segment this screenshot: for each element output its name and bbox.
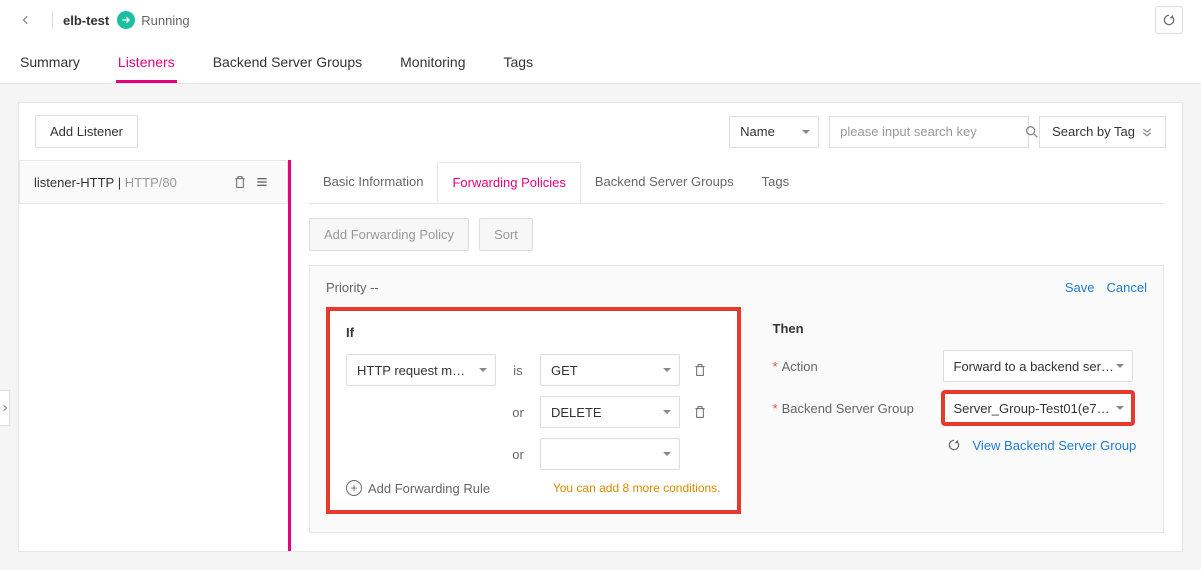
priority-value: --: [370, 280, 379, 295]
sort-button[interactable]: Sort: [479, 218, 533, 251]
search-field-value: Name: [740, 124, 775, 139]
condition-value-select-3[interactable]: [540, 438, 680, 470]
condition-type-value: HTTP request m…: [357, 363, 465, 378]
stab-forwarding-policies[interactable]: Forwarding Policies: [437, 162, 580, 203]
action-select[interactable]: Forward to a backend ser…: [943, 350, 1133, 382]
condition-value-2: DELETE: [551, 405, 602, 420]
action-label: *Action: [773, 359, 933, 374]
main-tabs: Summary Listeners Backend Server Groups …: [0, 40, 1201, 84]
add-forwarding-policy-button[interactable]: Add Forwarding Policy: [309, 218, 469, 251]
listener-menu-icon[interactable]: [251, 171, 273, 193]
required-star-icon: *: [773, 359, 778, 374]
search-input[interactable]: [838, 123, 1018, 140]
search-icon[interactable]: [1024, 121, 1040, 143]
keyword-or-1: or: [506, 405, 530, 420]
stab-tags[interactable]: Tags: [748, 162, 803, 201]
condition-type-select[interactable]: HTTP request m…: [346, 354, 496, 386]
if-label: If: [346, 325, 721, 340]
page-title: elb-test: [63, 13, 109, 28]
tab-tags[interactable]: Tags: [502, 54, 536, 83]
search-field-select[interactable]: Name: [729, 116, 819, 148]
listener-name: listener-HTTP: [34, 175, 114, 190]
page-header: elb-test Running: [0, 0, 1201, 40]
add-listener-button[interactable]: Add Listener: [35, 115, 138, 148]
conditions-remaining-hint: You can add 8 more conditions.: [553, 481, 721, 495]
cancel-link[interactable]: Cancel: [1107, 280, 1147, 295]
double-chevron-down-icon: [1141, 126, 1153, 138]
status-running-icon: [117, 11, 135, 29]
listener-item[interactable]: listener-HTTP | HTTP/80: [19, 160, 288, 204]
tab-monitoring[interactable]: Monitoring: [398, 54, 467, 83]
listeners-panel: Add Listener Name Search by Tag: [18, 102, 1183, 552]
condition-value-select-2[interactable]: DELETE: [540, 396, 680, 428]
then-action-box: Then *Action Forward to a backend ser…: [765, 307, 1148, 514]
add-forwarding-rule-button[interactable]: + Add Forwarding Rule: [346, 480, 490, 496]
status-text: Running: [141, 13, 189, 28]
delete-condition-icon[interactable]: [690, 402, 710, 422]
side-expand-handle[interactable]: [0, 390, 10, 426]
backend-server-group-value: Server_Group-Test01(e7…: [954, 401, 1110, 416]
stab-basic-info[interactable]: Basic Information: [309, 162, 437, 201]
backend-server-group-select[interactable]: Server_Group-Test01(e7…: [943, 392, 1133, 424]
tab-listeners[interactable]: Listeners: [116, 54, 177, 83]
add-rule-label: Add Forwarding Rule: [368, 481, 490, 496]
listener-protocol: HTTP/80: [125, 175, 177, 190]
tab-backend-server-groups[interactable]: Backend Server Groups: [211, 54, 364, 83]
condition-value-select-1[interactable]: GET: [540, 354, 680, 386]
listener-detail: Basic Information Forwarding Policies Ba…: [291, 160, 1182, 551]
then-label: Then: [773, 321, 1148, 336]
condition-value-1: GET: [551, 363, 578, 378]
priority-label: Priority: [326, 280, 366, 295]
divider: [52, 11, 53, 29]
tab-summary[interactable]: Summary: [18, 54, 82, 83]
backend-server-group-label: *Backend Server Group: [773, 401, 933, 416]
forwarding-rule-card: Priority -- Save Cancel If: [309, 265, 1164, 533]
action-value: Forward to a backend ser…: [954, 359, 1114, 374]
panel-toolbar: Add Listener Name Search by Tag: [19, 103, 1182, 160]
if-conditions-box: If HTTP request m… is GET: [326, 307, 741, 514]
keyword-is: is: [506, 363, 530, 378]
delete-condition-icon[interactable]: [690, 360, 710, 380]
sub-toolbar: Add Forwarding Policy Sort: [309, 204, 1164, 265]
search-by-tag-label: Search by Tag: [1052, 124, 1135, 139]
sub-tabs: Basic Information Forwarding Policies Ba…: [309, 160, 1164, 204]
refresh-button[interactable]: [1155, 6, 1183, 34]
stab-backend-groups[interactable]: Backend Server Groups: [581, 162, 748, 201]
listener-list: listener-HTTP | HTTP/80: [19, 160, 291, 551]
back-button[interactable]: [18, 12, 34, 28]
save-link[interactable]: Save: [1065, 280, 1095, 295]
delete-listener-icon[interactable]: [229, 171, 251, 193]
refresh-bsg-icon[interactable]: [943, 434, 965, 456]
keyword-or-2: or: [506, 447, 530, 462]
required-star-icon: *: [773, 401, 778, 416]
search-input-wrapper: [829, 116, 1029, 148]
view-backend-server-group-link[interactable]: View Backend Server Group: [973, 438, 1137, 453]
plus-icon: +: [346, 480, 362, 496]
search-by-tag-button[interactable]: Search by Tag: [1039, 116, 1166, 148]
